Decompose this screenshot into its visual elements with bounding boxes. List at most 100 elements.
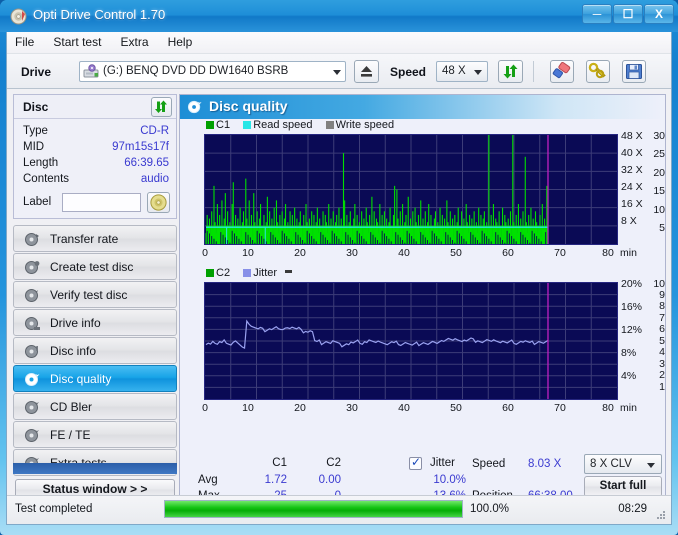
jitter-checkbox[interactable]: ✓ [409, 455, 422, 470]
c2-y2tick: 4% [621, 370, 637, 382]
c1-xtick: 40 [398, 247, 410, 259]
disc-panel-title: Disc [23, 100, 49, 114]
sidebar-item-label: Create test disc [50, 260, 134, 274]
legend-label-c2: C2 [216, 267, 231, 279]
legend-label-read-speed: Read speed [253, 119, 313, 131]
sidebar-item-label: FE / TE [50, 428, 91, 442]
disc-row-value: CD-R [140, 125, 169, 137]
erase-button[interactable] [550, 60, 574, 83]
c1-xlabel: min [620, 247, 637, 259]
disc-label-key: Label [23, 196, 52, 208]
close-button[interactable]: X [644, 4, 674, 24]
c1-y2tick: 16 X [621, 198, 643, 210]
application-window: Opti Drive Control 1.70 ─ ☐ X File Start… [0, 0, 678, 535]
sidebar-item-fe-te[interactable]: FE / TE [13, 421, 177, 448]
drive-select[interactable]: (G:) BENQ DVD DD DW1640 BSRB [79, 61, 346, 82]
sidebar-item-disc-quality[interactable]: Disc quality [13, 365, 177, 392]
c1-xtick: 10 [242, 247, 254, 259]
maximize-icon: ☐ [622, 7, 634, 21]
test-speed-value: 8 X CLV [590, 458, 632, 470]
sidebar-item-create-test-disc[interactable]: Create test disc [13, 253, 177, 280]
results-c1-avg: 1.72 [264, 474, 287, 486]
refresh-icon [155, 100, 167, 113]
speed-select[interactable]: 48 X [436, 61, 488, 82]
test-speed-select[interactable]: 8 X CLV [584, 454, 662, 474]
menu-bar: File Start test Extra Help [7, 32, 671, 54]
legend-label-jitter: Jitter [253, 267, 278, 279]
chevron-down-icon [474, 70, 482, 75]
c1-xtick: 70 [554, 247, 566, 259]
c1-xtick: 80 [602, 247, 614, 259]
legend-swatch-extra [285, 270, 293, 273]
disc-bler-icon [24, 399, 41, 416]
c2-y2tick: 20% [621, 278, 643, 290]
sidebar-item-label: Transfer rate [50, 232, 119, 246]
disc-drive-icon [24, 315, 41, 332]
c2-chart-legend: C2 Jitter [206, 267, 294, 279]
refresh-button[interactable] [498, 60, 523, 83]
sidebar-item-label: Disc info [50, 344, 97, 358]
menu-start-test[interactable]: Start test [45, 32, 109, 52]
legend-swatch-write-speed [325, 121, 334, 129]
c2-y2tick: 8% [621, 347, 637, 359]
sidebar-item-disc-info[interactable]: Disc info [13, 337, 177, 364]
minimize-button[interactable]: ─ [582, 4, 612, 24]
eraser-icon [552, 61, 571, 79]
sidebar-item-transfer-rate[interactable]: Transfer rate [13, 225, 177, 252]
legend-swatch-c2 [206, 269, 214, 277]
disc-row-type: Type CD-R [14, 125, 176, 141]
resize-grip[interactable] [655, 509, 667, 521]
toolbar-separator [533, 61, 534, 82]
legend-swatch-jitter [243, 269, 252, 277]
drive-value: (G:) BENQ DVD DD DW1640 BSRB [103, 65, 289, 77]
menu-file[interactable]: File [7, 32, 42, 52]
c2-xtick: 40 [398, 402, 410, 414]
disc-label-button[interactable] [147, 192, 170, 213]
save-button[interactable] [622, 60, 646, 83]
c2-ytick: 8 [659, 300, 665, 312]
menu-help[interactable]: Help [160, 32, 201, 52]
speed-label: Speed [390, 65, 427, 79]
c2-xtick: 30 [346, 402, 358, 414]
start-full-button[interactable]: Start full [584, 476, 662, 497]
disc-label-icon [150, 194, 167, 211]
sidebar-item-verify-test-disc[interactable]: Verify test disc [13, 281, 177, 308]
elapsed-time: 08:29 [618, 503, 647, 515]
client-area: File Start test Extra Help Drive (G:) BE… [6, 32, 672, 525]
c2-ytick: 2 [659, 369, 665, 381]
disc-panel-header: Disc [14, 95, 176, 119]
refresh-icon [503, 64, 518, 79]
sidebar-item-label: Drive info [50, 316, 101, 330]
c1-xtick: 20 [294, 247, 306, 259]
c1-ytick: 30 [653, 130, 665, 142]
c1-y2tick: 40 X [621, 147, 643, 159]
eject-button[interactable] [354, 60, 379, 83]
c2-xtick: 70 [554, 402, 566, 414]
c2-ytick: 6 [659, 323, 665, 335]
tools-button[interactable] [586, 60, 610, 83]
drive-icon [83, 64, 99, 79]
maximize-button[interactable]: ☐ [613, 4, 643, 24]
speed-label: Speed [472, 458, 506, 470]
menu-extra[interactable]: Extra [113, 32, 157, 52]
close-icon: X [654, 7, 663, 21]
disc-row-length: Length 66:39.65 [14, 157, 176, 173]
c2-plot-area[interactable] [204, 282, 618, 400]
sidebar-item-cd-bler[interactable]: CD Bler [13, 393, 177, 420]
disc-label-row: Label [14, 192, 176, 216]
sidebar-item-drive-info[interactable]: Drive info [13, 309, 177, 336]
main-panel: Disc quality C1 Read speed Write speed 3… [179, 94, 666, 520]
results-row-avg: Avg [198, 474, 218, 486]
chevron-down-icon [333, 70, 341, 75]
c2-xtick: 0 [202, 402, 208, 414]
sidebar-divider [13, 463, 177, 474]
c1-plot-area[interactable] [204, 134, 618, 245]
legend-label-c1: C1 [216, 119, 231, 131]
eject-icon [361, 66, 372, 77]
c1-y2tick: 24 X [621, 181, 643, 193]
progress-bar-fill [165, 501, 462, 517]
disc-refresh-button[interactable] [151, 97, 172, 117]
disc-label-input[interactable] [62, 193, 141, 212]
sidebar-item-label: CD Bler [50, 400, 93, 414]
disc-row-key: MID [23, 141, 45, 153]
